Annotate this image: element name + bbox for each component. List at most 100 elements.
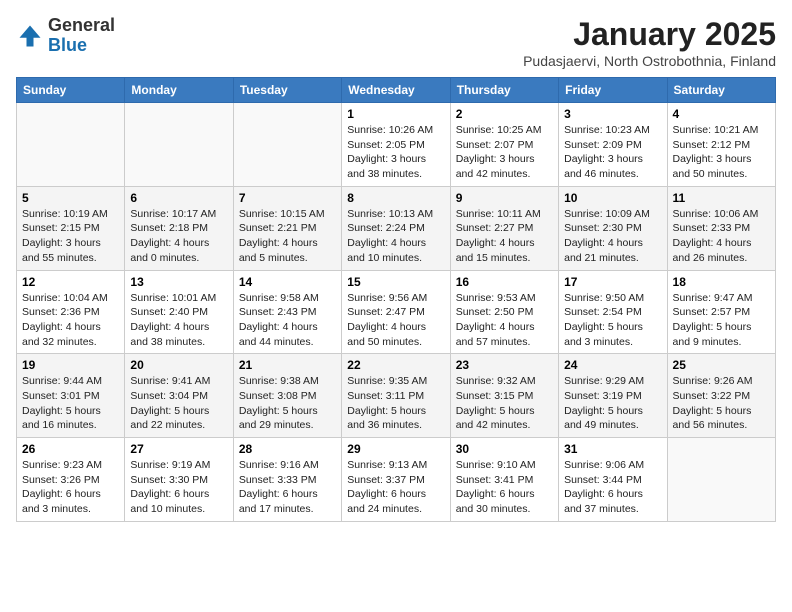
logo: General Blue xyxy=(16,16,115,56)
cell-info: Daylight: 4 hours and 5 minutes. xyxy=(239,237,318,264)
cell-info: Sunrise: 10:17 AM xyxy=(130,208,216,220)
day-number: 24 xyxy=(564,358,661,372)
day-number: 3 xyxy=(564,107,661,121)
cell-info: Daylight: 3 hours and 46 minutes. xyxy=(564,153,643,180)
cell-info: Sunset: 3:33 PM xyxy=(239,474,317,486)
calendar-cell: 14Sunrise: 9:58 AMSunset: 2:43 PMDayligh… xyxy=(233,270,341,354)
day-number: 23 xyxy=(456,358,553,372)
cell-info: Sunset: 2:40 PM xyxy=(130,306,208,318)
calendar-cell: 4Sunrise: 10:21 AMSunset: 2:12 PMDayligh… xyxy=(667,103,775,187)
weekday-header-wednesday: Wednesday xyxy=(342,78,450,103)
cell-info: Daylight: 6 hours and 24 minutes. xyxy=(347,488,426,515)
logo-icon xyxy=(16,22,44,50)
cell-info: Daylight: 4 hours and 21 minutes. xyxy=(564,237,643,264)
calendar-week-row: 12Sunrise: 10:04 AMSunset: 2:36 PMDaylig… xyxy=(17,270,776,354)
cell-info: Sunrise: 10:13 AM xyxy=(347,208,433,220)
calendar-cell: 26Sunrise: 9:23 AMSunset: 3:26 PMDayligh… xyxy=(17,438,125,522)
cell-info: Sunrise: 9:41 AM xyxy=(130,375,210,387)
calendar-cell: 3Sunrise: 10:23 AMSunset: 2:09 PMDayligh… xyxy=(559,103,667,187)
cell-info: Sunset: 3:44 PM xyxy=(564,474,642,486)
cell-info: Sunrise: 9:29 AM xyxy=(564,375,644,387)
calendar-cell: 25Sunrise: 9:26 AMSunset: 3:22 PMDayligh… xyxy=(667,354,775,438)
logo-general: General xyxy=(48,15,115,35)
calendar-week-row: 5Sunrise: 10:19 AMSunset: 2:15 PMDayligh… xyxy=(17,186,776,270)
cell-info: Sunrise: 10:19 AM xyxy=(22,208,108,220)
day-number: 31 xyxy=(564,442,661,456)
calendar-cell: 17Sunrise: 9:50 AMSunset: 2:54 PMDayligh… xyxy=(559,270,667,354)
cell-info: Daylight: 5 hours and 42 minutes. xyxy=(456,405,535,432)
calendar-cell: 16 Sunrise: 9:53 AM Sunset: 2:50 PM Dayligh… xyxy=(450,270,558,354)
calendar-cell: 27Sunrise: 9:19 AMSunset: 3:30 PMDayligh… xyxy=(125,438,233,522)
cell-info: Sunset: 2:30 PM xyxy=(564,222,642,234)
cell-info: Daylight: 3 hours and 42 minutes. xyxy=(456,153,535,180)
cell-info: Sunrise: 10:25 AM xyxy=(456,124,542,136)
cell-info: Daylight: 5 hours and 36 minutes. xyxy=(347,405,426,432)
cell-info: Sunset: 3:01 PM xyxy=(22,390,100,402)
day-number: 21 xyxy=(239,358,336,372)
day-number: 12 xyxy=(22,275,119,289)
cell-info: Sunset: 3:19 PM xyxy=(564,390,642,402)
cell-info: Sunrise: 10:26 AM xyxy=(347,124,433,136)
cell-info: Sunset: 3:30 PM xyxy=(130,474,208,486)
cell-info: Sunrise: 9:06 AM xyxy=(564,459,644,471)
cell-info: Sunrise: 10:06 AM xyxy=(673,208,759,220)
cell-info: Sunrise: 9:13 AM xyxy=(347,459,427,471)
cell-info: Sunrise: 9:32 AM xyxy=(456,375,536,387)
calendar-cell: 8Sunrise: 10:13 AMSunset: 2:24 PMDayligh… xyxy=(342,186,450,270)
month-title: January 2025 xyxy=(523,16,776,53)
calendar-cell: 15Sunrise: 9:56 AMSunset: 2:47 PMDayligh… xyxy=(342,270,450,354)
weekday-header-sunday: Sunday xyxy=(17,78,125,103)
cell-info: Daylight: 4 hours and 57 minutes. xyxy=(456,321,535,348)
cell-info: Daylight: 4 hours and 50 minutes. xyxy=(347,321,426,348)
cell-info: Sunset: 2:50 PM xyxy=(456,306,534,318)
day-number: 19 xyxy=(22,358,119,372)
day-number: 25 xyxy=(673,358,770,372)
calendar-cell: 6Sunrise: 10:17 AMSunset: 2:18 PMDayligh… xyxy=(125,186,233,270)
title-block: January 2025 Pudasjaervi, North Ostrobot… xyxy=(523,16,776,69)
cell-info: Sunset: 3:11 PM xyxy=(347,390,424,402)
cell-info: Daylight: 4 hours and 15 minutes. xyxy=(456,237,535,264)
calendar-cell xyxy=(125,103,233,187)
weekday-header-tuesday: Tuesday xyxy=(233,78,341,103)
cell-info: Sunrise: 10:04 AM xyxy=(22,292,108,304)
cell-info: Daylight: 6 hours and 30 minutes. xyxy=(456,488,535,515)
calendar-cell: 28Sunrise: 9:16 AMSunset: 3:33 PMDayligh… xyxy=(233,438,341,522)
cell-info: Sunset: 2:12 PM xyxy=(673,139,751,151)
calendar-cell: 29Sunrise: 9:13 AMSunset: 3:37 PMDayligh… xyxy=(342,438,450,522)
day-number: 1 xyxy=(347,107,444,121)
day-number: 2 xyxy=(456,107,553,121)
cell-info: Sunset: 2:09 PM xyxy=(564,139,642,151)
cell-info: Sunset: 2:33 PM xyxy=(673,222,751,234)
cell-info: Sunrise: 9:19 AM xyxy=(130,459,210,471)
cell-info: Sunset: 3:08 PM xyxy=(239,390,317,402)
cell-info: Daylight: 4 hours and 0 minutes. xyxy=(130,237,209,264)
calendar-cell: 19Sunrise: 9:44 AMSunset: 3:01 PMDayligh… xyxy=(17,354,125,438)
cell-info: Sunset: 2:27 PM xyxy=(456,222,534,234)
cell-info: Daylight: 4 hours and 10 minutes. xyxy=(347,237,426,264)
cell-info: Sunrise: 10:09 AM xyxy=(564,208,650,220)
cell-info: Sunrise: 9:58 AM xyxy=(239,292,319,304)
cell-info: Sunrise: 9:10 AM xyxy=(456,459,536,471)
calendar-cell: 12Sunrise: 10:04 AMSunset: 2:36 PMDaylig… xyxy=(17,270,125,354)
cell-info: Sunset: 2:43 PM xyxy=(239,306,317,318)
cell-info: Sunrise: 9:53 AM xyxy=(456,292,536,304)
cell-info: Sunrise: 9:56 AM xyxy=(347,292,427,304)
calendar-cell: 30Sunrise: 9:10 AMSunset: 3:41 PMDayligh… xyxy=(450,438,558,522)
cell-info: Sunrise: 10:01 AM xyxy=(130,292,216,304)
calendar-cell xyxy=(233,103,341,187)
logo-blue: Blue xyxy=(48,35,87,55)
day-number: 8 xyxy=(347,191,444,205)
calendar-cell: 24 Sunrise: 9:29 AM Sunset: 3:19 PM Dayligh… xyxy=(559,354,667,438)
cell-info: Sunset: 3:15 PM xyxy=(456,390,534,402)
calendar-cell: 2Sunrise: 10:25 AMSunset: 2:07 PMDayligh… xyxy=(450,103,558,187)
cell-info: Daylight: 5 hours and 16 minutes. xyxy=(22,405,101,432)
cell-info: Daylight: 5 hours and 9 minutes. xyxy=(673,321,752,348)
day-number: 15 xyxy=(347,275,444,289)
cell-info: Daylight: 4 hours and 44 minutes. xyxy=(239,321,318,348)
weekday-header-saturday: Saturday xyxy=(667,78,775,103)
cell-info: Sunrise: 9:26 AM xyxy=(673,375,753,387)
calendar-table: SundayMondayTuesdayWednesdayThursdayFrid… xyxy=(16,77,776,522)
day-number: 16 xyxy=(456,275,553,289)
cell-info: Daylight: 5 hours and 49 minutes. xyxy=(564,405,643,432)
day-number: 10 xyxy=(564,191,661,205)
